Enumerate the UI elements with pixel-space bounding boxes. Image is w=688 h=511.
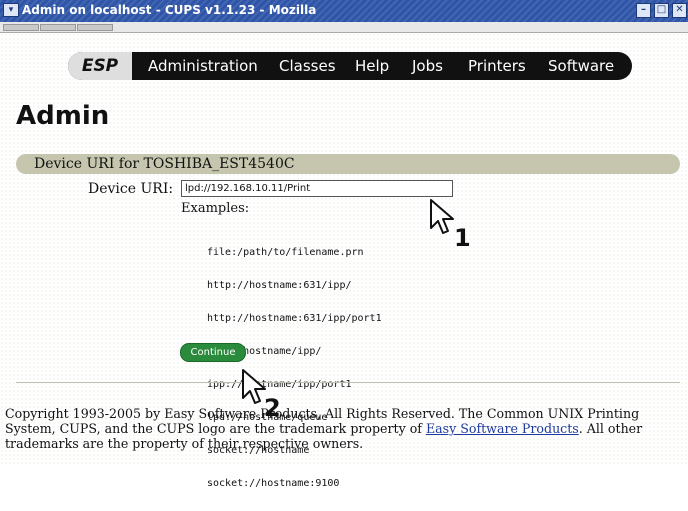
examples-list: file:/path/to/filename.prn http://hostna… <box>207 225 382 511</box>
nav-help[interactable]: Help <box>355 52 389 80</box>
device-uri-input[interactable]: lpd://192.168.10.11/Print <box>181 180 453 197</box>
example-uri: file:/path/to/filename.prn <box>207 247 364 258</box>
page-title: Admin <box>16 101 110 131</box>
browser-tab-strip <box>0 22 688 33</box>
nav-printers[interactable]: Printers <box>468 52 526 80</box>
callout-number-1: 1 <box>454 224 471 248</box>
browser-tab[interactable] <box>40 24 76 31</box>
browser-tab[interactable] <box>3 24 39 31</box>
footer-copyright: Copyright 1993-2005 by Easy Software Pro… <box>5 406 677 451</box>
window-title-bar: ▾ Admin on localhost - CUPS v1.1.23 - Mo… <box>0 0 688 22</box>
window-menu-button[interactable]: ▾ <box>3 3 19 17</box>
window-title: Admin on localhost - CUPS v1.1.23 - Mozi… <box>22 3 317 17</box>
section-header: Device URI for TOSHIBA_EST4540C <box>16 154 680 174</box>
continue-button[interactable]: Continue <box>180 343 246 362</box>
page-content: ESP Administration Classes Help Jobs Pri… <box>0 33 688 489</box>
example-uri: ipp://hostname/ipp/port1 <box>207 379 352 390</box>
examples-label: Examples: <box>181 201 250 216</box>
mouse-cursor-icon: 2 <box>242 369 281 418</box>
mouse-cursor-icon: 1 <box>430 199 471 248</box>
nav-software[interactable]: Software <box>548 52 614 80</box>
device-uri-label: Device URI: <box>88 181 174 197</box>
example-uri: http://hostname:631/ipp/port1 <box>207 313 382 324</box>
minimize-button[interactable]: – <box>636 3 651 18</box>
divider <box>16 382 680 383</box>
browser-tab[interactable] <box>77 24 113 31</box>
close-button[interactable]: ✕ <box>672 3 687 18</box>
maximize-button[interactable]: □ <box>654 3 669 18</box>
easy-software-products-link[interactable]: Easy Software Products <box>426 421 579 436</box>
cups-nav-bar: ESP Administration Classes Help Jobs Pri… <box>68 52 632 80</box>
esp-logo[interactable]: ESP <box>68 52 132 80</box>
example-uri: http://hostname:631/ipp/ <box>207 280 352 291</box>
section-title: Device URI for TOSHIBA_EST4540C <box>34 156 295 172</box>
nav-classes[interactable]: Classes <box>279 52 336 80</box>
callout-number-2: 2 <box>264 394 281 418</box>
example-uri: socket://hostname:9100 <box>207 478 340 489</box>
nav-jobs[interactable]: Jobs <box>412 52 443 80</box>
nav-administration[interactable]: Administration <box>148 52 258 80</box>
